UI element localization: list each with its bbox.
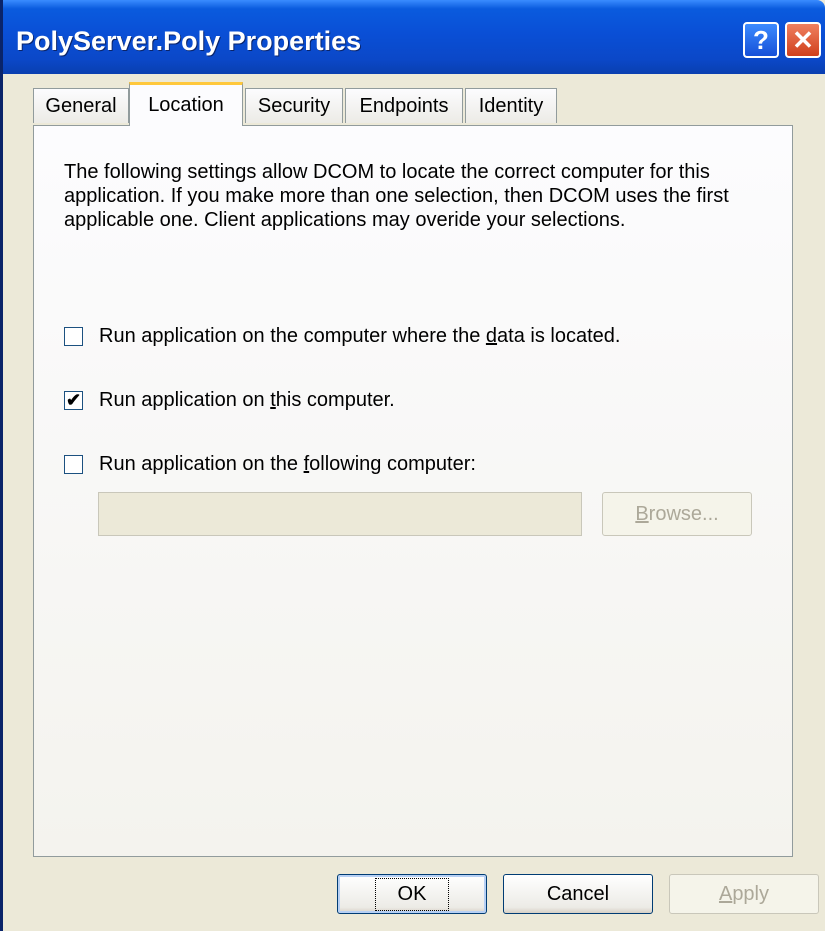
help-icon: ? (753, 24, 769, 55)
option-data-location-label: Run application on the computer where th… (99, 324, 621, 347)
tab-endpoints[interactable]: Endpoints (345, 88, 463, 123)
tab-identity[interactable]: Identity (465, 88, 557, 123)
option-this-computer-label: Run application on this computer. (99, 388, 395, 411)
option-this-computer[interactable]: ✔ Run application on this computer. (64, 388, 395, 412)
location-description: The following settings allow DCOM to loc… (64, 161, 729, 231)
help-button[interactable]: ? (743, 22, 779, 58)
window-title: PolyServer.Poly Properties (16, 26, 362, 56)
close-button[interactable]: ✕ (785, 22, 821, 58)
option-following-computer[interactable]: Run application on the following compute… (64, 452, 476, 476)
tab-security[interactable]: Security (245, 88, 343, 123)
properties-dialog: PolyServer.Poly Properties ? ✕ General L… (0, 0, 825, 931)
apply-button[interactable]: Apply (669, 874, 819, 914)
cancel-button[interactable]: Cancel (503, 874, 653, 914)
title-bar[interactable]: PolyServer.Poly Properties ? ✕ (3, 0, 825, 74)
tab-general[interactable]: General (33, 88, 129, 123)
checkmark-icon: ✔ (65, 390, 82, 410)
following-computer-checkbox[interactable] (64, 454, 83, 474)
data-location-checkbox[interactable] (64, 326, 83, 346)
tab-location[interactable]: Location (129, 82, 243, 126)
computer-name-field[interactable] (98, 492, 582, 536)
browse-button[interactable]: Browse... (602, 492, 752, 536)
close-icon: ✕ (792, 24, 814, 55)
location-panel: The following settings allow DCOM to loc… (33, 125, 793, 857)
option-data-location[interactable]: Run application on the computer where th… (64, 324, 620, 348)
ok-button[interactable]: OK (337, 874, 487, 914)
this-computer-checkbox[interactable]: ✔ (64, 390, 83, 410)
option-following-computer-label: Run application on the following compute… (99, 452, 476, 475)
tab-strip: General Location Security Endpoints Iden… (33, 82, 793, 126)
